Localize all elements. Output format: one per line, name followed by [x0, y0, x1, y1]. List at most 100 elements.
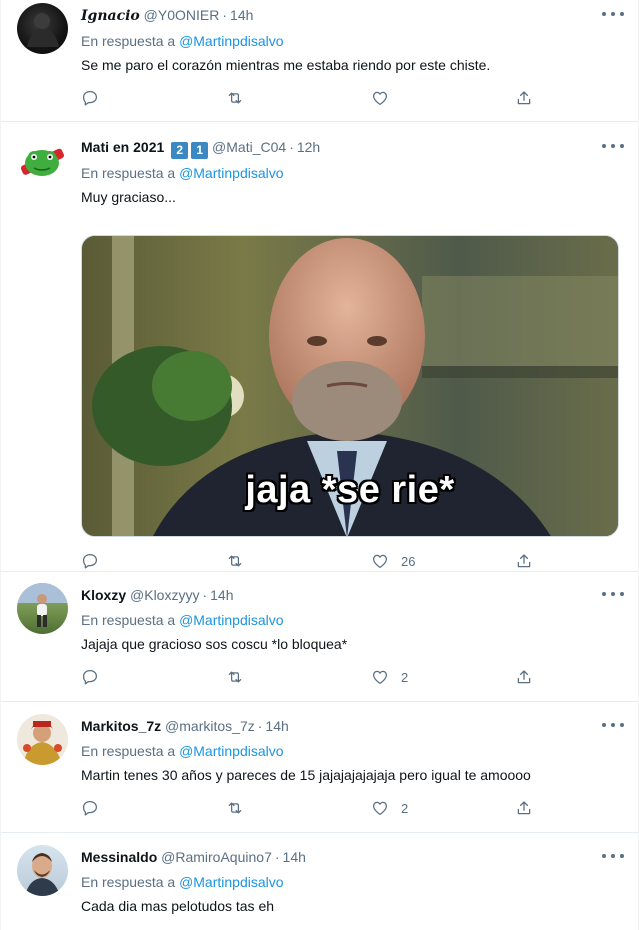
display-name[interactable]: Ignacio	[81, 8, 140, 24]
reply-button[interactable]	[81, 797, 99, 819]
avatar[interactable]	[17, 714, 68, 765]
user-handle[interactable]: @markitos_7z	[165, 718, 255, 734]
avatar[interactable]	[17, 583, 68, 634]
user-handle[interactable]: @Mati_C04	[212, 139, 286, 155]
separator-dot: ·	[257, 718, 263, 734]
reply-to-link[interactable]: @Martinpdisalvo	[179, 874, 283, 890]
heart-icon	[372, 91, 388, 106]
more-icon[interactable]	[602, 849, 624, 863]
tweet-header: Ignacio @Y0ONIER · 14h	[81, 5, 253, 25]
heart-icon	[372, 554, 388, 569]
share-icon	[517, 91, 531, 105]
reply-context: En respuesta a @Martinpdisalvo	[81, 163, 284, 183]
retweet-button[interactable]	[226, 666, 244, 688]
avatar-image	[27, 13, 59, 47]
avatar-image	[25, 853, 60, 896]
more-icon[interactable]	[602, 587, 624, 601]
reply-button[interactable]	[81, 666, 99, 688]
reply-button[interactable]	[81, 550, 99, 572]
reply-icon	[82, 90, 98, 106]
separator-dot: ·	[222, 7, 228, 23]
reply-context: En respuesta a @Martinpdisalvo	[81, 741, 284, 761]
tweet-actions: 26	[81, 550, 531, 572]
tweet-text: Jajaja que gracioso sos coscu *lo bloque…	[81, 636, 348, 652]
reply-prefix: En respuesta a	[81, 743, 176, 759]
reply-icon	[82, 553, 98, 569]
reply-to-link[interactable]: @Martinpdisalvo	[179, 612, 283, 628]
reply-context: En respuesta a @Martinpdisalvo	[81, 872, 284, 892]
like-count: 2	[401, 800, 409, 816]
retweet-icon	[228, 92, 242, 104]
retweet-button[interactable]	[226, 87, 244, 109]
retweet-icon	[228, 671, 242, 683]
tweet-text: Martin tenes 30 años y pareces de 15 jaj…	[81, 767, 531, 783]
tweet-text: Cada dia mas pelotudos tas eh	[81, 898, 275, 914]
replies-feed: Ignacio @Y0ONIER · 14h En respuesta a @Mar…	[0, 0, 639, 930]
share-button[interactable]	[515, 666, 533, 688]
share-button[interactable]	[515, 87, 533, 109]
heart-icon	[372, 801, 388, 816]
share-icon	[517, 801, 531, 815]
tweet[interactable]: Kloxzy @Kloxzyyy · 14h En respuesta a @Mar…	[1, 572, 638, 702]
like-button[interactable]: 2	[371, 797, 408, 819]
like-button[interactable]	[371, 87, 389, 109]
display-name[interactable]: Messinaldo	[81, 849, 157, 865]
reply-button[interactable]	[81, 87, 99, 109]
reply-prefix: En respuesta a	[81, 165, 176, 181]
reply-icon	[82, 669, 98, 685]
retweet-icon	[228, 555, 242, 567]
tweet-text: Muy graciaso...	[81, 189, 176, 205]
tweet-actions: 2	[81, 797, 531, 819]
more-icon[interactable]	[602, 139, 624, 153]
tweet[interactable]: Messinaldo @RamiroAquino7 · 14h En respues…	[1, 833, 638, 930]
avatar-image	[20, 148, 64, 176]
avatar[interactable]	[17, 845, 68, 896]
share-icon	[517, 670, 531, 684]
more-icon[interactable]	[602, 7, 624, 21]
tweet[interactable]: Ignacio @Y0ONIER · 14h En respuesta a @Mar…	[1, 0, 638, 122]
badge-2: 2	[171, 142, 189, 159]
display-name[interactable]: Markitos_7z	[81, 718, 161, 734]
retweet-button[interactable]	[226, 550, 244, 572]
reply-to-link[interactable]: @Martinpdisalvo	[179, 743, 283, 759]
like-button[interactable]: 2	[371, 666, 408, 688]
avatar[interactable]	[17, 135, 68, 186]
display-name[interactable]: Kloxzy	[81, 587, 126, 603]
timestamp[interactable]: 14h	[265, 718, 288, 734]
reply-to-link[interactable]: @Martinpdisalvo	[179, 33, 283, 49]
reply-to-link[interactable]: @Martinpdisalvo	[179, 165, 283, 181]
share-button[interactable]	[515, 550, 533, 572]
timestamp[interactable]: 12h	[297, 139, 320, 155]
tweet-header: Kloxzy @Kloxzyyy · 14h	[81, 585, 234, 605]
separator-dot: ·	[202, 587, 208, 603]
tweet-header: Mati en 2021 21 @Mati_C04 · 12h	[81, 137, 320, 159]
reply-prefix: En respuesta a	[81, 612, 176, 628]
tweet-header: Markitos_7z @markitos_7z · 14h	[81, 716, 289, 736]
display-name[interactable]: Mati en 2021	[81, 139, 164, 155]
avatar-image	[17, 714, 68, 765]
share-button[interactable]	[515, 797, 533, 819]
user-handle[interactable]: @Kloxzyyy	[130, 587, 199, 603]
reply-context: En respuesta a @Martinpdisalvo	[81, 31, 284, 51]
tweet-actions: 2	[81, 666, 531, 688]
like-count: 26	[401, 553, 416, 569]
tweet[interactable]: Mati en 2021 21 @Mati_C04 · 12h En respues…	[1, 122, 638, 572]
tweet-header: Messinaldo @RamiroAquino7 · 14h	[81, 847, 306, 867]
tweet-media-gif[interactable]: jaja *se rie*	[81, 235, 619, 537]
timestamp[interactable]: 14h	[283, 849, 306, 865]
tweet[interactable]: Markitos_7z @markitos_7z · 14h En respuest…	[1, 702, 638, 833]
like-button[interactable]: 26	[371, 550, 415, 572]
badge-1: 1	[191, 142, 209, 159]
reply-context: En respuesta a @Martinpdisalvo	[81, 610, 284, 630]
retweet-button[interactable]	[226, 797, 244, 819]
user-handle[interactable]: @RamiroAquino7	[161, 849, 272, 865]
avatar-image	[17, 583, 68, 627]
timestamp[interactable]: 14h	[210, 587, 233, 603]
tweet-text: Se me paro el corazón mientras me estaba…	[81, 57, 491, 73]
share-icon	[517, 554, 531, 568]
media-caption: jaja *se rie*	[245, 469, 455, 511]
timestamp[interactable]: 14h	[230, 7, 253, 23]
more-icon[interactable]	[602, 718, 624, 732]
user-handle[interactable]: @Y0ONIER	[144, 7, 220, 23]
avatar[interactable]	[17, 3, 68, 54]
